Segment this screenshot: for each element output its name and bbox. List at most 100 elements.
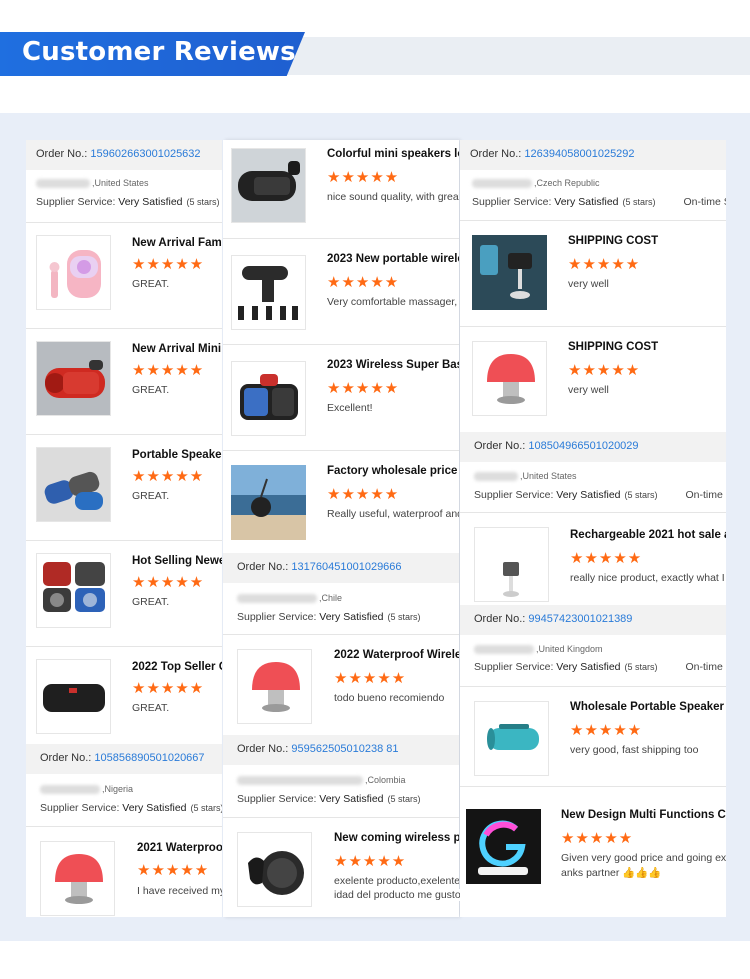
teal-speaker-image <box>487 724 539 750</box>
rating-stars: ★★★★★ <box>568 256 641 273</box>
review-column-3: Order No.: 126394058001025292 ,Czech Rep… <box>460 140 726 917</box>
review-product-title[interactable]: New Arrival Famil <box>132 237 222 249</box>
order-number-link[interactable]: 99457423001021389 <box>528 613 632 625</box>
review-row[interactable]: 2022 Top Seller C ★★★★★ GREAT. <box>26 646 222 744</box>
review-product-title[interactable]: New coming wireless po <box>334 832 459 844</box>
review-row[interactable]: 2021 Waterproo ★★★★★ I have received my <box>26 826 222 917</box>
product-thumbnail[interactable] <box>231 255 306 330</box>
rating-stars: ★★★★★ <box>568 362 641 379</box>
review-product-title[interactable]: Portable Speaker <box>132 449 222 461</box>
review-product-title[interactable]: Rechargeable 2021 hot sale a <box>570 529 726 541</box>
rating-stars: ★★★★★ <box>327 274 400 291</box>
review-product-title[interactable]: Hot Selling Newe <box>132 555 222 567</box>
order-header: Order No.: 131760451001029666 <box>223 553 459 583</box>
review-text-line2: anks partner 👍👍👍 <box>561 867 662 879</box>
product-thumbnail[interactable] <box>231 148 306 223</box>
rating-stars: ★★★★★ <box>132 362 205 379</box>
review-text: very well <box>568 384 609 396</box>
product-thumbnail[interactable] <box>36 447 111 522</box>
order-number-link[interactable]: 131760451001029666 <box>291 561 401 573</box>
product-thumbnail[interactable] <box>474 701 549 776</box>
review-row[interactable]: SHIPPING COST ★★★★★ very well <box>460 220 726 326</box>
blue-speakers-image <box>37 448 110 521</box>
order-label: Order No.: <box>36 148 88 160</box>
review-text: GREAT. <box>132 278 170 290</box>
bike-speaker-image <box>248 851 304 895</box>
order-header: Order No.: 105856890501020667 <box>26 744 222 774</box>
order-number-link[interactable]: 108504966501020029 <box>528 440 638 452</box>
review-product-title[interactable]: 2022 Top Seller C <box>132 661 222 673</box>
review-row[interactable]: 2023 New portable wirele ★★★★★ Very comf… <box>223 238 459 344</box>
order-number-link[interactable]: 959562505010238 81 <box>291 743 398 755</box>
rating-stars: ★★★★★ <box>132 468 205 485</box>
product-thumbnail[interactable] <box>231 361 306 436</box>
review-product-title[interactable]: 2023 Wireless Super Bas <box>327 359 459 371</box>
order-header: Order No.: 126394058001025292 <box>460 140 726 170</box>
rating-stars: ★★★★★ <box>327 486 400 503</box>
product-thumbnail[interactable] <box>472 341 547 416</box>
review-row[interactable]: New Arrival Famil ★★★★★ GREAT. <box>26 222 222 328</box>
review-row[interactable]: New coming wireless po ★★★★★ exelente pr… <box>223 817 459 917</box>
buyer-info: ,United Kingdom <box>474 644 603 655</box>
review-text: Really useful, waterproof and <box>327 508 459 520</box>
review-row[interactable]: New Design Multi Functions Co ★★★★★ Give… <box>460 786 726 917</box>
order-number-link[interactable]: 126394058001025292 <box>524 148 634 160</box>
review-text: GREAT. <box>132 596 170 608</box>
review-product-title[interactable]: New Arrival Mini <box>132 343 221 355</box>
supplier-service: Supplier Service: Very Satisfied (5 stars… <box>237 793 421 805</box>
black-speaker-image <box>43 684 105 712</box>
order-header: Order No.: 108504966501020029 <box>460 432 726 462</box>
massage-gun-image <box>238 266 298 320</box>
rating-stars: ★★★★★ <box>132 256 205 273</box>
review-row[interactable]: Wholesale Portable Speaker W ★★★★★ very … <box>460 686 726 786</box>
review-text: very well <box>568 278 609 290</box>
product-thumbnail[interactable] <box>231 465 306 540</box>
review-product-title[interactable]: New Design Multi Functions Co <box>561 809 726 821</box>
rating-stars: ★★★★★ <box>132 574 205 591</box>
product-thumbnail[interactable] <box>237 832 312 907</box>
review-product-title[interactable]: Wholesale Portable Speaker W <box>570 701 726 713</box>
review-product-title[interactable]: 2022 Waterproof Wirele <box>334 649 459 661</box>
review-text: GREAT. <box>132 384 170 396</box>
product-thumbnail[interactable] <box>36 659 111 734</box>
phone-holder-image <box>472 235 547 310</box>
review-row[interactable]: New Arrival Mini ★★★★★ GREAT. <box>26 328 222 434</box>
review-row[interactable]: Factory wholesale price p ★★★★★ Really u… <box>223 450 459 552</box>
review-row[interactable]: SHIPPING COST ★★★★★ very well <box>460 326 726 432</box>
rating-stars: ★★★★★ <box>570 550 643 567</box>
product-thumbnail[interactable] <box>474 527 549 602</box>
supplier-service: Supplier Service: Very Satisfied (5 stars… <box>40 802 222 814</box>
product-thumbnail[interactable] <box>472 235 547 310</box>
review-text: very good, fast shipping too <box>570 744 699 756</box>
review-product-title[interactable]: Factory wholesale price p <box>327 465 459 477</box>
supplier-service: Supplier Service: Very Satisfied (5 stars… <box>474 661 726 673</box>
review-text: GREAT. <box>132 702 170 714</box>
beach-speaker-image <box>231 465 306 540</box>
product-thumbnail[interactable] <box>36 341 111 416</box>
review-row[interactable]: 2023 Wireless Super Bas ★★★★★ Excellent! <box>223 344 459 450</box>
review-row[interactable]: Rechargeable 2021 hot sale a ★★★★★ reall… <box>460 512 726 604</box>
review-row[interactable]: Colorful mini speakers lo ★★★★★ nice sou… <box>223 140 459 238</box>
product-thumbnail[interactable] <box>36 553 111 628</box>
product-thumbnail[interactable] <box>36 235 111 310</box>
review-product-title[interactable]: Colorful mini speakers lo <box>327 148 459 160</box>
order-number-link[interactable]: 159602663001025632 <box>90 148 200 160</box>
review-row[interactable]: Hot Selling Newe ★★★★★ GREAT. <box>26 540 222 646</box>
review-text: GREAT. <box>132 490 170 502</box>
product-thumbnail[interactable] <box>40 841 115 916</box>
review-row[interactable]: 2022 Waterproof Wirele ★★★★★ todo bueno … <box>223 634 459 734</box>
review-text: Very comfortable massager, <box>327 296 458 308</box>
supplier-service: Supplier Service: Very Satisfied (5 stars… <box>237 611 421 623</box>
review-product-title[interactable]: SHIPPING COST <box>568 235 658 247</box>
product-thumbnail[interactable] <box>466 809 541 884</box>
product-thumbnail[interactable] <box>237 649 312 724</box>
review-row[interactable]: Portable Speaker ★★★★★ GREAT. <box>26 434 222 540</box>
review-text: really nice product, exactly what I <box>570 572 725 584</box>
review-product-title[interactable]: 2021 Waterproo <box>137 842 222 854</box>
order-number-link[interactable]: 105856890501020667 <box>94 752 204 764</box>
review-product-title[interactable]: SHIPPING COST <box>568 341 658 353</box>
review-product-title[interactable]: 2023 New portable wirele <box>327 253 459 265</box>
rating-stars: ★★★★★ <box>334 853 407 870</box>
blurred-buyer-name <box>36 179 90 189</box>
mushroom-speaker-image <box>55 854 103 904</box>
